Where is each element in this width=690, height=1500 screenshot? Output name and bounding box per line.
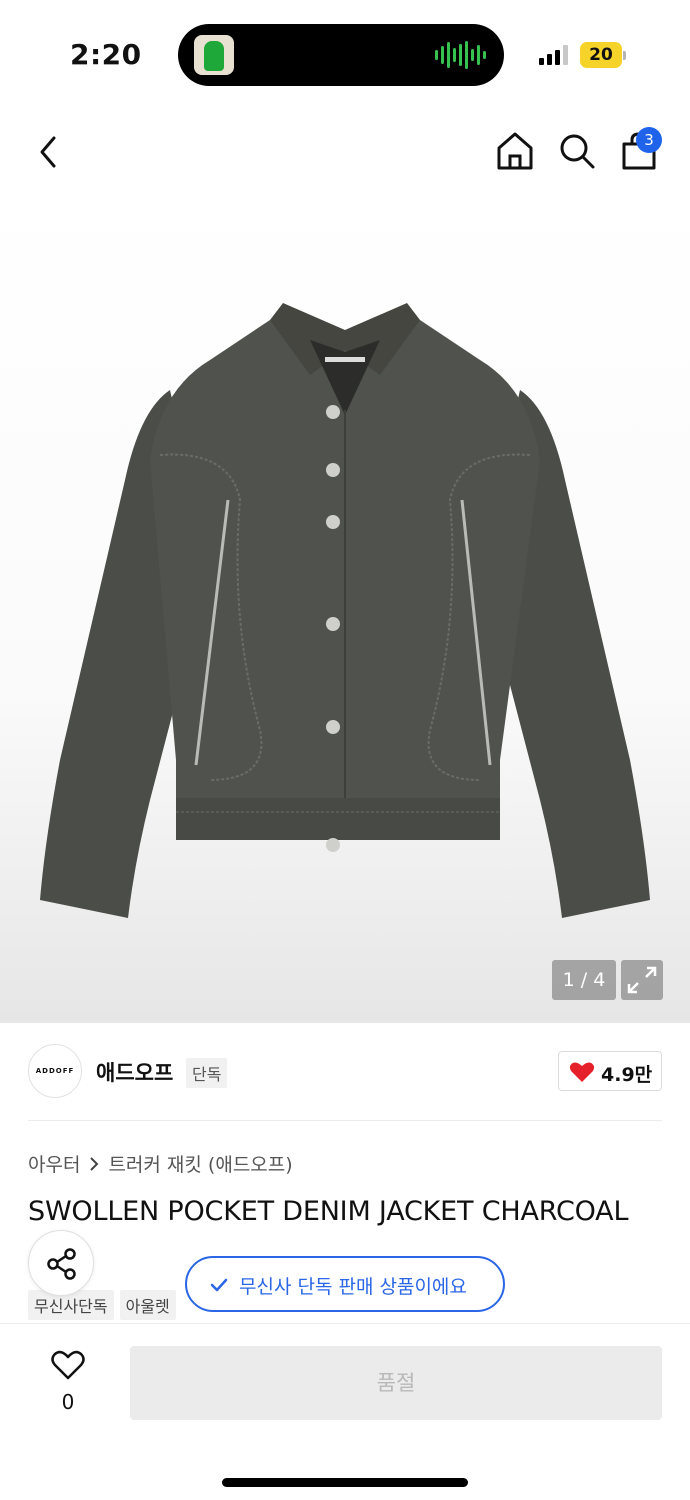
brand-like-count: 4.9만 (601, 1064, 653, 1086)
audio-waveform-icon (435, 41, 486, 69)
section-divider (28, 1120, 662, 1121)
breadcrumb-category[interactable]: 아우터 (28, 1150, 80, 1177)
sold-out-button[interactable]: 품절 (130, 1346, 662, 1420)
breadcrumb: 아우터 트러커 재킷 (애드오프) (28, 1150, 293, 1177)
exclusive-sale-notice: 무신사 단독 판매 상품이에요 (185, 1256, 505, 1312)
battery-tip (623, 51, 626, 60)
wishlist-button[interactable]: 0 (40, 1346, 96, 1416)
breadcrumb-subcategory[interactable]: 트러커 재킷 (애드오프) (108, 1150, 292, 1177)
share-icon (47, 1248, 76, 1280)
home-indicator[interactable] (222, 1478, 468, 1487)
exclusive-sale-text: 무신사 단독 판매 상품이에요 (239, 1276, 467, 1298)
now-playing-artwork (194, 35, 234, 75)
product-image-gallery[interactable]: 1 / 4 (0, 200, 690, 1023)
brand-exclusive-tag: 단독 (186, 1058, 228, 1088)
heart-outline-icon (51, 1350, 85, 1380)
status-bar: 2:20 20 (0, 0, 690, 110)
top-navigation (0, 110, 690, 200)
checkmark-icon (210, 1278, 228, 1292)
chevron-right-icon (90, 1156, 99, 1171)
product-photo-jacket (40, 303, 650, 918)
gallery-page-counter: 1 / 4 (552, 960, 616, 1000)
share-button[interactable] (28, 1230, 94, 1296)
search-icon[interactable] (556, 130, 598, 172)
heart-filled-icon (569, 1062, 595, 1082)
wishlist-count: 0 (61, 1390, 75, 1414)
brand-row: ADDOFF 애드오프 단독 4.9만 (28, 1043, 662, 1099)
cellular-signal-icon (539, 45, 568, 65)
brand-name[interactable]: 애드오프 (96, 1057, 173, 1087)
battery-icon: 20 (580, 42, 622, 68)
product-title: SWOLLEN POCKET DENIM JACKET CHARCOAL (28, 1196, 629, 1227)
chevron-left-icon[interactable] (30, 130, 66, 174)
expand-icon (627, 966, 657, 994)
product-tags: 무신사단독 아울렛 (28, 1290, 176, 1320)
bottom-bar-divider (0, 1323, 690, 1324)
dynamic-island[interactable] (178, 24, 504, 86)
product-tag: 아울렛 (119, 1290, 176, 1320)
status-time: 2:20 (70, 38, 142, 71)
brand-like-button[interactable]: 4.9만 (558, 1051, 662, 1091)
expand-image-button[interactable] (621, 960, 663, 1000)
cart-count-badge: 3 (636, 127, 662, 153)
brand-logo[interactable]: ADDOFF (28, 1044, 82, 1098)
home-icon[interactable] (494, 130, 536, 172)
